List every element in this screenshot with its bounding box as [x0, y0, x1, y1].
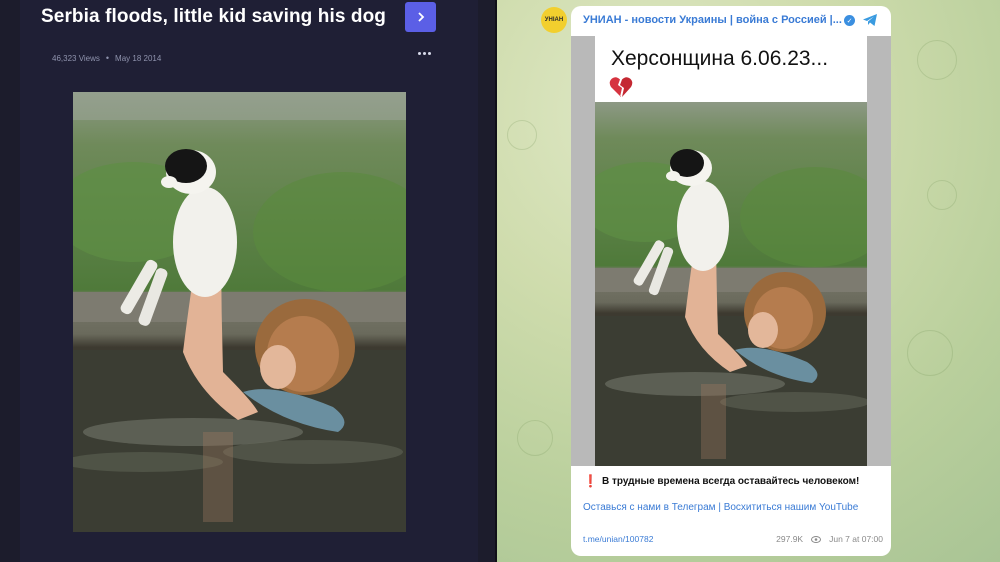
- comparison-screenshot: Serbia floods, little kid saving his dog…: [0, 0, 1000, 562]
- exclamation-icon: ❗: [583, 474, 598, 488]
- view-count: 46,323 Views: [52, 53, 100, 63]
- boy-holding-puppy-photo: [595, 102, 867, 466]
- media-frame-right: [867, 36, 891, 466]
- post-date: May 18 2014: [115, 53, 162, 63]
- boy-holding-puppy-photo: [73, 92, 406, 532]
- left-panel: Serbia floods, little kid saving his dog…: [0, 0, 497, 562]
- message-photo[interactable]: [595, 102, 867, 466]
- verified-icon: ✓: [844, 15, 855, 26]
- post-meta: 46,323 Views • May 18 2014: [52, 53, 162, 63]
- broken-heart-icon: [609, 77, 633, 97]
- post-title: Serbia floods, little kid saving his dog: [41, 6, 386, 27]
- post-link[interactable]: t.me/unian/100782: [583, 534, 653, 544]
- telegram-icon: [863, 14, 877, 26]
- post-photo: [73, 92, 406, 532]
- channel-name[interactable]: УНИАН - новости Украины | война с Россие…: [583, 14, 845, 26]
- image-caption-box: Херсонщина 6.06.23...: [595, 36, 867, 102]
- next-button[interactable]: [405, 2, 436, 32]
- chevron-right-icon: [417, 12, 424, 22]
- message-links[interactable]: Оставься с нами в Телеграм | Восхититься…: [583, 501, 875, 515]
- media-frame-left: [571, 36, 595, 466]
- image-caption: Херсонщина 6.06.23...: [611, 47, 829, 70]
- view-count: 297.9K: [776, 534, 804, 544]
- more-horizontal-icon[interactable]: [418, 52, 431, 55]
- eye-icon: [811, 535, 822, 543]
- channel-avatar[interactable]: УНІАН: [541, 7, 567, 33]
- message-text: ❗ В трудные времена всегда оставайтесь ч…: [583, 474, 859, 488]
- message-body: В трудные времена всегда оставайтесь чел…: [601, 475, 860, 487]
- telegram-message-card: УНИАН - новости Украины | война с Россие…: [571, 6, 891, 556]
- post-date: Jun 7 at 07:00: [829, 534, 883, 544]
- message-header: УНИАН - новости Украины | война с Россие…: [571, 6, 891, 34]
- message-footer: t.me/unian/100782 297.9K Jun 7 at 07:00: [583, 534, 883, 544]
